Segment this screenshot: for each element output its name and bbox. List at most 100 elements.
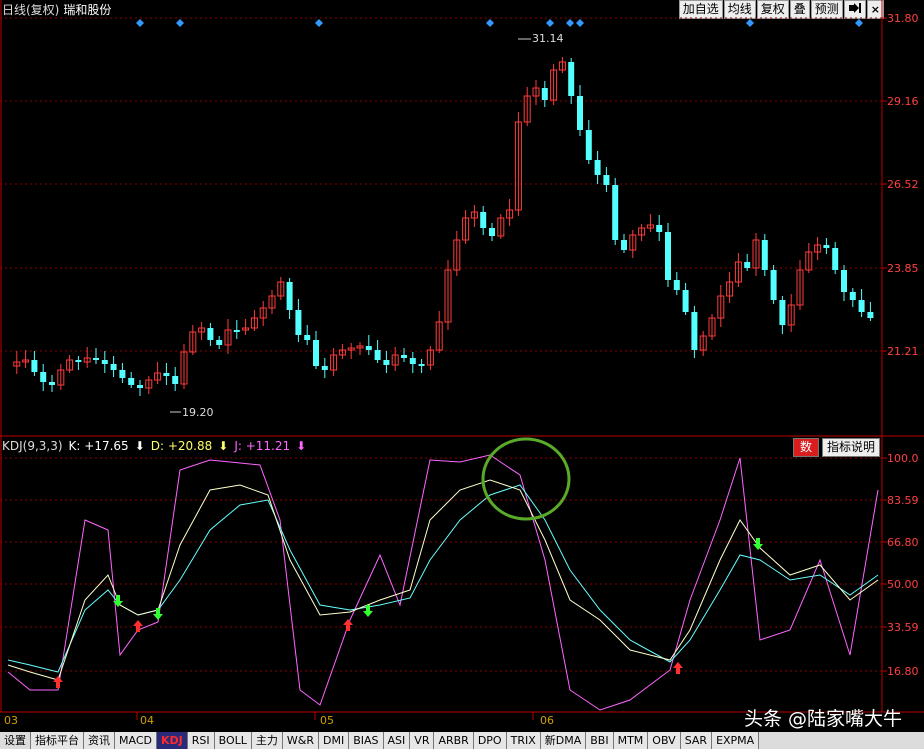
candle-body (621, 240, 627, 250)
price-axis-label: 23.85 (887, 262, 919, 275)
candle-body (656, 225, 663, 232)
candle-body (612, 185, 619, 240)
candle-body (858, 300, 865, 312)
price-axis-label: 26.52 (887, 178, 919, 191)
candle-body (832, 248, 839, 270)
tab-asi[interactable]: ASI (383, 732, 411, 749)
candle-body (216, 340, 223, 345)
tab-boll[interactable]: BOLL (214, 732, 252, 749)
tab-bbi[interactable]: BBI (586, 732, 614, 749)
candle-body (172, 376, 179, 384)
buy-arrow-icon (53, 676, 63, 688)
tab-bias[interactable]: BIAS (349, 732, 384, 749)
signal-arrows (53, 538, 763, 688)
price-axis-label: 31.80 (887, 12, 919, 25)
candle-body (665, 232, 671, 280)
candle-body (603, 175, 610, 185)
kdj-axis-label: 33.59 (887, 621, 919, 634)
candle-body (207, 328, 214, 340)
candle-body (40, 372, 47, 382)
kdj-lines (7, 437, 879, 711)
price-annotations (170, 38, 531, 413)
event-diamond-icon (576, 19, 584, 27)
candle-body (418, 364, 425, 366)
candle-body (673, 280, 680, 290)
tab-trix[interactable]: TRIX (506, 732, 541, 749)
candle-body (137, 385, 143, 388)
tab-vr[interactable]: VR (410, 732, 435, 749)
candle-body (383, 360, 390, 365)
sell-arrow-icon (153, 608, 163, 620)
tab-dpo[interactable]: DPO (473, 732, 507, 749)
candle-body (577, 96, 583, 130)
event-diamond-icon (546, 19, 554, 27)
candle-body (823, 245, 830, 248)
kdj-header: KDJ(9,3,3) K: +17.65 ⬇ D: +20.88 ⬇ J: +11.21 ⬇ (2, 439, 312, 453)
tab-kdj[interactable]: KDJ (156, 732, 188, 749)
indicator-explain-button[interactable]: 指标说明 (821, 438, 880, 457)
candle-body (110, 364, 117, 370)
x-axis-label: 05 (320, 714, 334, 727)
tab-news[interactable]: 资讯 (84, 732, 115, 749)
event-diamond-icon (176, 19, 184, 27)
tab-obv[interactable]: OBV (648, 732, 681, 749)
tab-new-dma[interactable]: 新DMA (540, 732, 587, 749)
candle-body (93, 358, 99, 360)
tab-dmi[interactable]: DMI (319, 732, 350, 749)
tab-rsi[interactable]: RSI (187, 732, 215, 749)
candle-body (321, 366, 328, 370)
kdj-axis-label: 66.80 (887, 536, 919, 549)
tab-expma[interactable]: EXPMA (712, 732, 760, 749)
candle-body (75, 360, 82, 362)
j-line (7, 454, 879, 711)
candle-body (770, 270, 777, 300)
price-low-label: 19.20 (182, 406, 214, 419)
candle-body (841, 270, 847, 292)
candle-body (313, 340, 319, 366)
x-axis-label: 03 (4, 714, 18, 727)
event-diamond-icon (746, 19, 754, 27)
buy-arrow-icon (343, 619, 353, 631)
watermark: 头条 @陆家嘴大牛 (743, 708, 902, 730)
candle-body (409, 358, 416, 364)
candle-body (286, 282, 293, 310)
candle-body (365, 346, 372, 350)
tab-arbr[interactable]: ARBR (434, 732, 474, 749)
data-button[interactable]: 数 (792, 438, 819, 457)
tab-settings[interactable]: 设置 (0, 732, 31, 749)
tab-sar[interactable]: SAR (680, 732, 713, 749)
candle-body (480, 212, 487, 228)
candle-body (163, 373, 170, 376)
k-line (7, 479, 879, 681)
candle-body (101, 360, 108, 364)
tab-main-force[interactable]: 主力 (251, 732, 283, 749)
candlesticks (13, 57, 874, 396)
tab-macd[interactable]: MACD (115, 732, 157, 749)
candle-body (761, 240, 768, 270)
stock-chart (0, 0, 924, 720)
candle-body (779, 300, 786, 325)
indicator-tabs: 设置 指标平台 资讯 MACD KDJ RSI BOLL 主力 W&R DMI … (0, 732, 924, 749)
d-value: D: +20.88 ⬇ (150, 439, 229, 453)
candle-body (295, 310, 302, 335)
event-markers (136, 19, 863, 27)
candle-body (744, 262, 751, 268)
d-line (7, 484, 879, 673)
tab-wr[interactable]: W&R (282, 732, 319, 749)
buy-arrow-icon (133, 620, 143, 632)
candle-body (489, 228, 495, 236)
buy-arrow-icon (673, 662, 683, 674)
kdj-axis-label: 16.80 (887, 665, 919, 678)
price-high-label: 31.14 (532, 32, 564, 45)
x-axis-label: 04 (140, 714, 154, 727)
event-diamond-icon (566, 19, 574, 27)
candle-body (31, 360, 38, 372)
candle-body (49, 382, 55, 385)
tab-indicator-platform[interactable]: 指标平台 (31, 732, 84, 749)
tab-mtm[interactable]: MTM (613, 732, 649, 749)
event-diamond-icon (855, 19, 863, 27)
candle-body (401, 355, 407, 358)
event-diamond-icon (315, 19, 323, 27)
candle-body (374, 350, 381, 360)
candle-body (849, 292, 856, 300)
